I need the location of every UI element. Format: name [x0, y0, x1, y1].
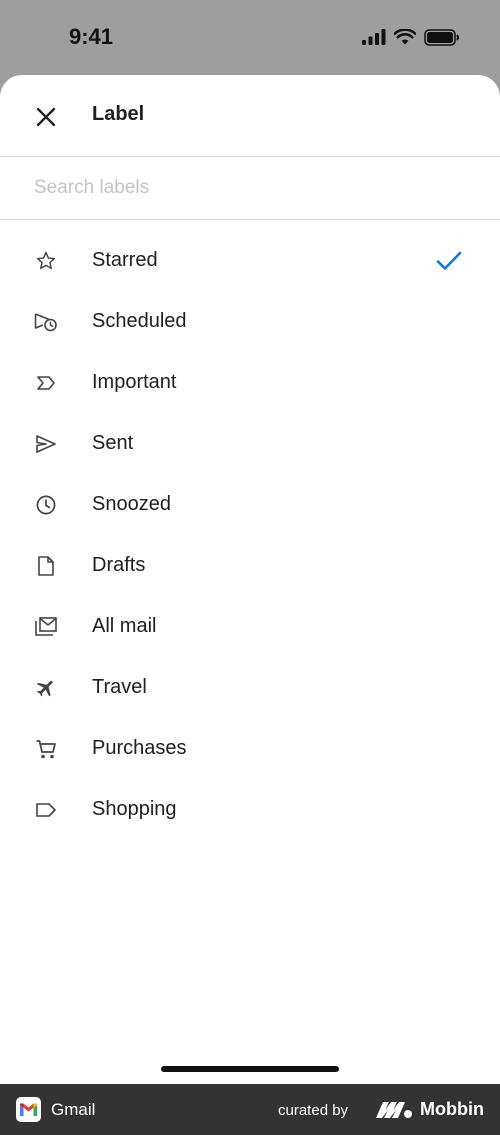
cellular-signal-icon	[362, 29, 386, 45]
cart-icon	[34, 737, 58, 761]
label-name: Scheduled	[92, 310, 187, 332]
search-row	[0, 157, 500, 220]
draft-icon	[34, 554, 58, 578]
wifi-icon	[394, 29, 416, 45]
battery-icon	[424, 28, 459, 46]
star-icon	[34, 249, 58, 273]
footer-brand: Mobbin	[420, 1099, 484, 1119]
label-name: Travel	[92, 676, 147, 698]
label-list: Starred Scheduled Important Sent Snoozed…	[0, 230, 500, 840]
airplane-icon	[34, 676, 58, 700]
close-icon	[36, 107, 56, 127]
label-name: Snoozed	[92, 493, 171, 515]
label-name: All mail	[92, 615, 157, 637]
footer-app-name: Gmail	[51, 1100, 96, 1119]
label-item-travel[interactable]: Travel	[0, 657, 500, 718]
label-item-starred[interactable]: Starred	[0, 230, 500, 291]
label-name: Sent	[92, 432, 134, 454]
gmail-logo-icon	[16, 1097, 41, 1122]
label-name: Important	[92, 371, 177, 393]
label-item-drafts[interactable]: Drafts	[0, 535, 500, 596]
label-name: Starred	[92, 249, 158, 271]
mobbin-logo-icon	[376, 1102, 412, 1118]
label-name: Purchases	[92, 737, 187, 759]
label-name: Drafts	[92, 554, 146, 576]
label-name: Shopping	[92, 798, 177, 820]
footer-bar: Gmail curated by Mobbin	[0, 1084, 500, 1135]
sheet-title: Label	[92, 103, 145, 125]
home-indicator	[161, 1066, 339, 1072]
all-mail-icon	[34, 615, 58, 639]
close-button[interactable]	[24, 95, 68, 139]
label-sheet: Label Starred Scheduled Important	[0, 75, 500, 1084]
search-labels-input[interactable]	[34, 169, 474, 207]
sheet-header: Label	[0, 75, 500, 157]
label-item-snoozed[interactable]: Snoozed	[0, 474, 500, 535]
label-item-all-mail[interactable]: All mail	[0, 596, 500, 657]
clock-icon	[34, 493, 58, 517]
send-icon	[34, 432, 58, 456]
label-item-shopping[interactable]: Shopping	[0, 779, 500, 840]
label-item-purchases[interactable]: Purchases	[0, 718, 500, 779]
label-item-important[interactable]: Important	[0, 352, 500, 413]
scheduled-send-icon	[34, 310, 58, 334]
footer-curated-text: curated by	[278, 1102, 349, 1119]
label-item-sent[interactable]: Sent	[0, 413, 500, 474]
label-item-scheduled[interactable]: Scheduled	[0, 291, 500, 352]
important-icon	[34, 371, 58, 395]
status-time: 9:41	[69, 24, 114, 49]
checkmark-icon	[436, 251, 462, 270]
label-tag-icon	[34, 798, 58, 822]
status-bar: 9:41	[0, 0, 500, 75]
status-icons	[362, 26, 460, 48]
